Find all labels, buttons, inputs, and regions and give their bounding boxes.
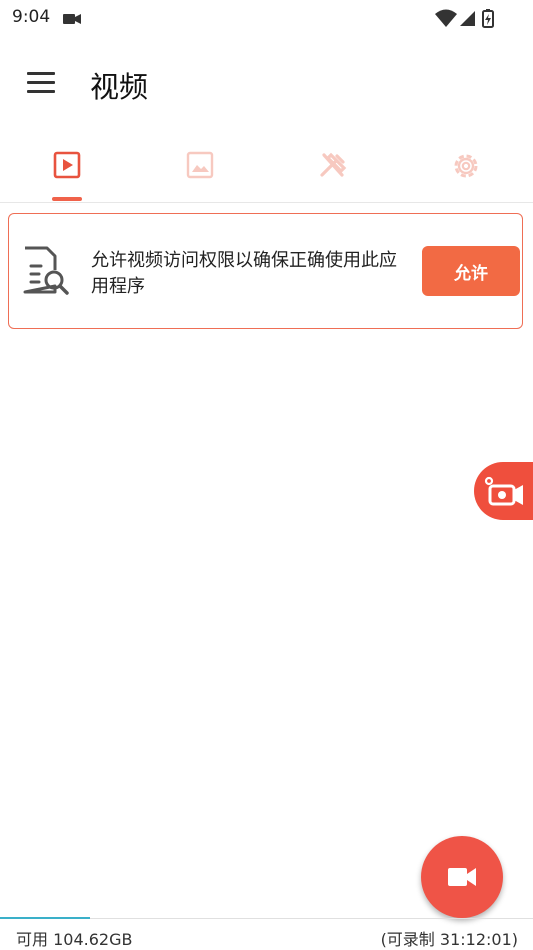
storage-available: 可用 104.62GB bbox=[16, 930, 133, 949]
wifi-icon bbox=[435, 9, 457, 27]
tab-tools[interactable] bbox=[266, 140, 399, 202]
tab-settings[interactable] bbox=[399, 140, 532, 202]
video-camera-icon bbox=[63, 11, 81, 30]
allow-button[interactable]: 允许 bbox=[422, 246, 520, 296]
video-play-icon bbox=[53, 151, 80, 179]
tab-videos[interactable] bbox=[0, 140, 133, 202]
floating-record-button[interactable] bbox=[474, 462, 533, 520]
record-camera-icon bbox=[484, 476, 523, 506]
battery-charging-icon bbox=[482, 9, 494, 28]
document-search-icon bbox=[19, 244, 71, 302]
active-tab-indicator bbox=[52, 197, 82, 201]
tab-bar bbox=[0, 140, 533, 203]
page-title: 视频 bbox=[90, 70, 149, 104]
record-time-remaining: (可录制 31:12:01) bbox=[380, 930, 518, 949]
permission-message: 允许视频访问权限以确保正确使用此应用程序 bbox=[91, 250, 397, 297]
status-time: 9:04 bbox=[12, 7, 51, 27]
video-camera-icon bbox=[448, 868, 476, 886]
tab-images[interactable] bbox=[133, 140, 266, 202]
signal-icon bbox=[460, 11, 475, 26]
app-bar: 视频 bbox=[0, 50, 533, 118]
storage-progress bbox=[0, 917, 90, 919]
status-icons bbox=[435, 8, 495, 32]
permission-card: 允许视频访问权限以确保正确使用此应用程序 允许 bbox=[8, 213, 523, 329]
image-icon bbox=[186, 151, 213, 179]
settings-gear-icon bbox=[454, 154, 477, 178]
status-bar: 9:04 bbox=[0, 0, 533, 36]
hamburger-menu-icon[interactable] bbox=[20, 66, 62, 102]
tools-icon bbox=[319, 152, 346, 177]
record-fab[interactable] bbox=[421, 836, 503, 918]
